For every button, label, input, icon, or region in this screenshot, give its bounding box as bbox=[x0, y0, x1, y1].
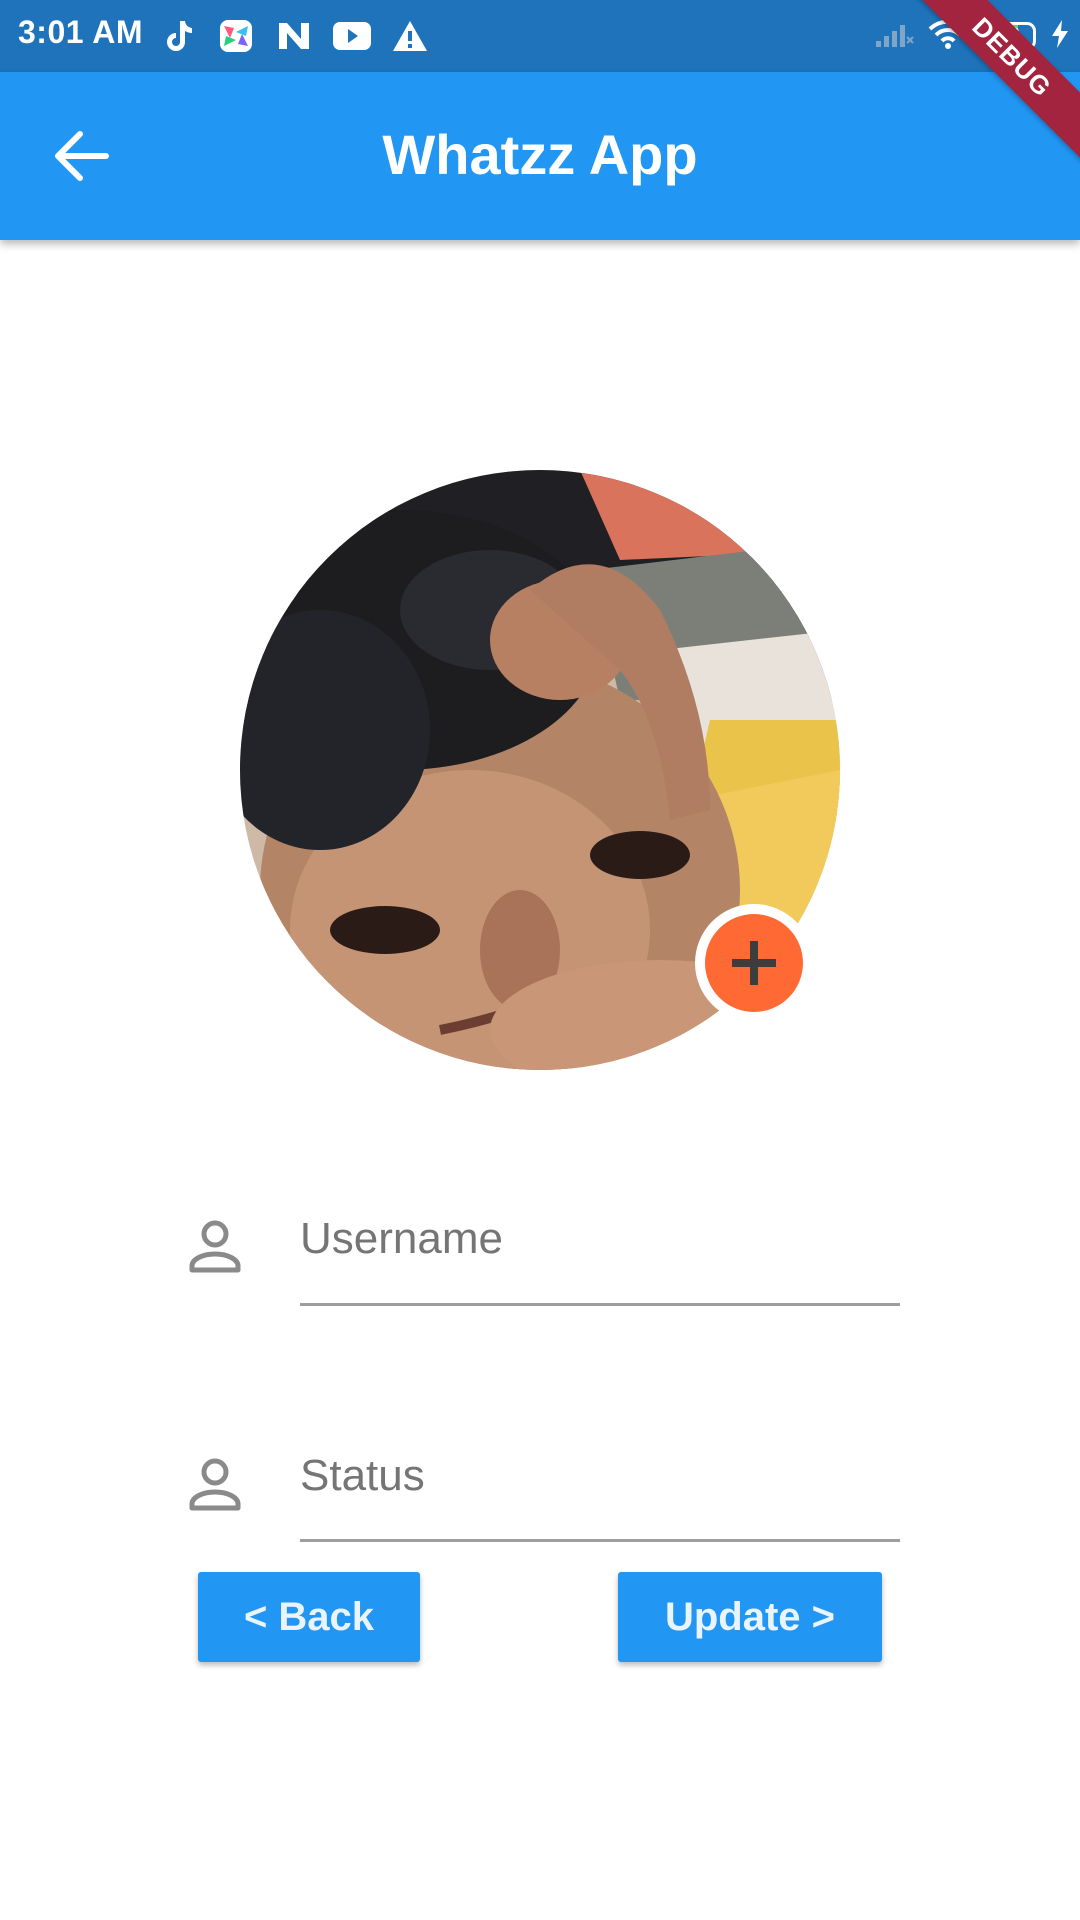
app-bar: Whatzz App bbox=[0, 72, 1080, 240]
charging-icon bbox=[1050, 19, 1070, 54]
status-field bbox=[186, 1434, 900, 1564]
status-bar: 3:01 AM bbox=[0, 0, 1080, 72]
username-field bbox=[186, 1196, 900, 1326]
n-app-icon bbox=[274, 16, 314, 56]
back-button[interactable]: < Back bbox=[198, 1572, 420, 1662]
warning-icon bbox=[390, 16, 430, 56]
person-icon bbox=[186, 1456, 244, 1514]
profile-screen: 3:01 AM DEBUG Whatzz App Username Status… bbox=[0, 0, 1080, 1920]
photo-app-icon bbox=[216, 16, 256, 56]
signal-icon bbox=[874, 19, 914, 54]
page-title: Whatzz App bbox=[382, 123, 698, 186]
tiktok-icon bbox=[158, 16, 198, 56]
status-time: 3:01 AM bbox=[18, 14, 144, 50]
status-input[interactable] bbox=[300, 1434, 900, 1542]
add-photo-icon bbox=[705, 914, 803, 1012]
person-icon bbox=[186, 1218, 244, 1276]
update-button[interactable]: Update > bbox=[618, 1572, 882, 1662]
youtube-icon bbox=[332, 16, 372, 56]
notification-icons bbox=[158, 16, 430, 56]
add-photo-button[interactable] bbox=[695, 904, 813, 1022]
username-input[interactable] bbox=[300, 1196, 900, 1306]
